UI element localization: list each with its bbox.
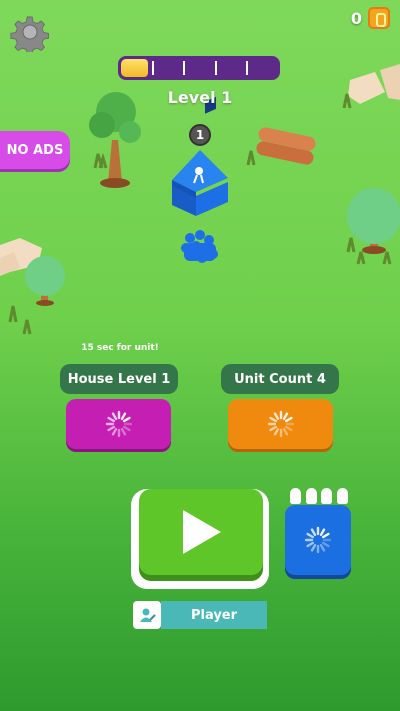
coin-icon bbox=[368, 7, 390, 29]
upgrade-unit-button[interactable] bbox=[228, 399, 333, 449]
pin-icon bbox=[336, 488, 348, 504]
pin-icon bbox=[305, 488, 317, 504]
extra-mode-button[interactable] bbox=[285, 505, 351, 575]
pin-icon bbox=[290, 488, 301, 504]
progress-divider bbox=[152, 61, 155, 75]
play-icon bbox=[183, 510, 221, 554]
progress-divider bbox=[245, 61, 248, 75]
player-profile[interactable]: Player bbox=[133, 601, 267, 629]
play-button[interactable] bbox=[139, 489, 263, 575]
progress-divider bbox=[214, 61, 217, 75]
level-progress-bar bbox=[118, 56, 280, 80]
house-level-label: House Level 1 bbox=[60, 364, 178, 394]
coin-counter: 0 bbox=[351, 6, 390, 30]
pin-icon bbox=[321, 488, 333, 504]
tree-right bbox=[346, 188, 400, 265]
unit-count-label: Unit Count 4 bbox=[221, 364, 339, 394]
unit-timer-hint: 15 sec for unit! bbox=[81, 343, 159, 353]
unit-crowd bbox=[181, 230, 218, 263]
house-level-badge: 1 bbox=[189, 124, 211, 146]
loading-spinner-icon bbox=[267, 410, 294, 438]
loading-spinner-icon bbox=[105, 410, 132, 438]
upgrade-house-button[interactable] bbox=[66, 399, 171, 449]
log-pile bbox=[246, 127, 316, 166]
level-label: Level 1 bbox=[167, 88, 233, 107]
gear-icon[interactable] bbox=[10, 12, 50, 52]
no-ads-button[interactable]: NO ADS bbox=[0, 131, 70, 169]
user-edit-icon bbox=[133, 601, 161, 629]
progress-divider bbox=[183, 61, 186, 75]
player-house[interactable] bbox=[172, 96, 228, 216]
level-progress-fill bbox=[121, 59, 148, 77]
bowling-pins bbox=[290, 488, 348, 506]
coin-count: 0 bbox=[350, 8, 362, 28]
player-name: Player bbox=[161, 601, 267, 629]
loading-spinner-icon bbox=[304, 526, 332, 554]
